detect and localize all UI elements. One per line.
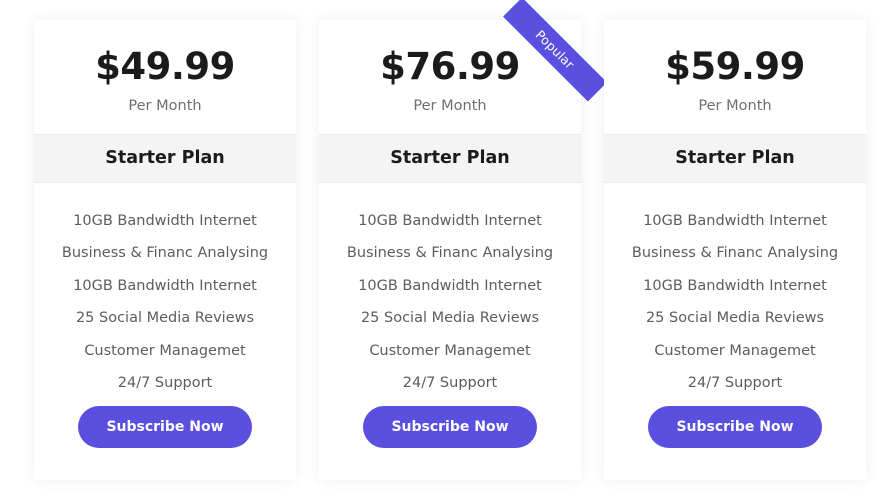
list-item: 10GB Bandwidth Internet	[358, 277, 542, 294]
list-item: Customer Managemet	[84, 342, 246, 359]
pricing-card-featured: Popular $76.99 Per Month Starter Plan 10…	[319, 0, 607, 480]
list-item: Business & Financ Analysing	[61, 245, 269, 262]
list-item: 10GB Bandwidth Internet	[73, 212, 257, 229]
price-block: $76.99 Per Month	[319, 20, 581, 134]
list-item: Business & Financ Analysing	[346, 245, 554, 262]
plan-name: Starter Plan	[675, 147, 795, 168]
cta-area: Subscribe Now	[604, 400, 866, 486]
list-item: 10GB Bandwidth Internet	[643, 212, 827, 229]
cta-area: Subscribe Now	[319, 400, 581, 486]
list-item: 24/7 Support	[687, 375, 783, 392]
feature-list: 10GB Bandwidth Internet Business & Finan…	[319, 183, 581, 400]
plan-name: Starter Plan	[105, 147, 225, 168]
list-item: 24/7 Support	[117, 375, 213, 392]
list-item: Customer Managemet	[369, 342, 531, 359]
plan-name-band: Starter Plan	[319, 133, 581, 183]
price-block: $49.99 Per Month	[34, 20, 296, 134]
list-item: 25 Social Media Reviews	[645, 310, 825, 327]
price-period: Per Month	[128, 97, 202, 114]
cta-area: Subscribe Now	[34, 400, 296, 486]
pricing-card: $59.99 Per Month Starter Plan 10GB Bandw…	[604, 20, 866, 480]
list-item: 25 Social Media Reviews	[75, 310, 255, 327]
price-amount: $49.99	[95, 45, 235, 88]
list-item: 10GB Bandwidth Internet	[358, 212, 542, 229]
list-item: Business & Financ Analysing	[631, 245, 839, 262]
plan-name: Starter Plan	[390, 147, 510, 168]
pricing-card: $49.99 Per Month Starter Plan 10GB Bandw…	[34, 20, 296, 480]
feature-list: 10GB Bandwidth Internet Business & Finan…	[34, 183, 296, 400]
list-item: Customer Managemet	[654, 342, 816, 359]
price-amount: $59.99	[665, 45, 805, 88]
subscribe-button[interactable]: Subscribe Now	[648, 405, 822, 448]
list-item: 10GB Bandwidth Internet	[73, 277, 257, 294]
plan-name-band: Starter Plan	[604, 133, 866, 183]
price-period: Per Month	[698, 97, 772, 114]
plan-name-band: Starter Plan	[34, 133, 296, 183]
list-item: 25 Social Media Reviews	[360, 310, 540, 327]
price-amount: $76.99	[380, 45, 520, 88]
pricing-table: $49.99 Per Month Starter Plan 10GB Bandw…	[34, 0, 866, 480]
subscribe-button[interactable]: Subscribe Now	[78, 405, 252, 448]
price-block: $59.99 Per Month	[604, 20, 866, 134]
list-item: 10GB Bandwidth Internet	[643, 277, 827, 294]
feature-list: 10GB Bandwidth Internet Business & Finan…	[604, 183, 866, 400]
price-period: Per Month	[413, 97, 487, 114]
list-item: 24/7 Support	[402, 375, 498, 392]
subscribe-button[interactable]: Subscribe Now	[363, 405, 537, 448]
